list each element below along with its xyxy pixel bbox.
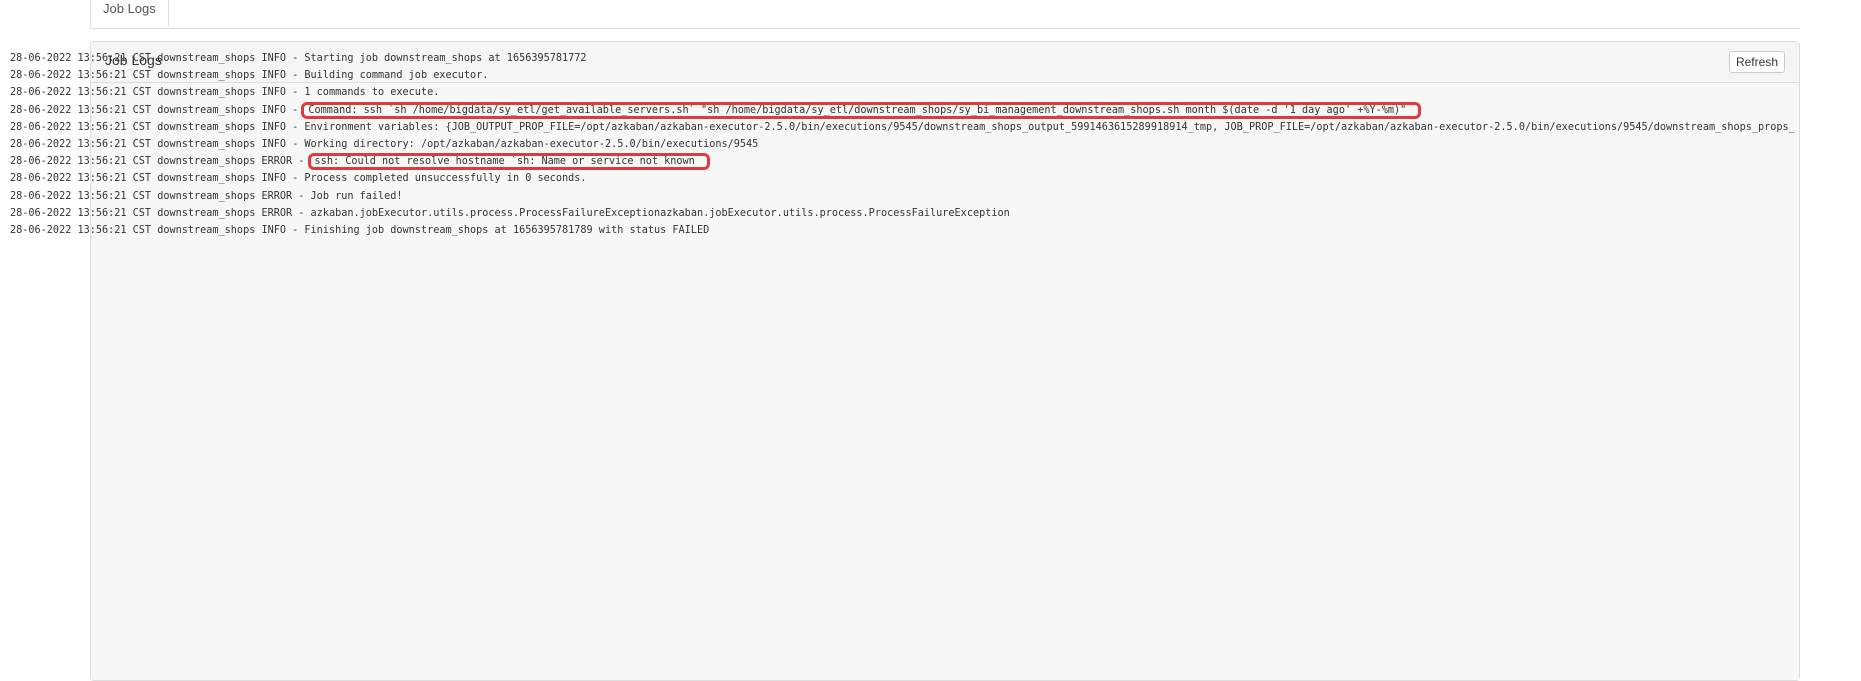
log-line-prefix: 28-06-2022 13:56:21 CST downstream_shops… <box>10 173 305 185</box>
log-line-prefix: 28-06-2022 13:56:21 CST downstream_shops… <box>10 138 305 150</box>
log-line-prefix: 28-06-2022 13:56:21 CST downstream_shops… <box>10 70 305 82</box>
log-line: 28-06-2022 13:56:21 CST downstream_shops… <box>10 119 1795 136</box>
tab-job-logs[interactable]: Job Logs <box>90 0 169 27</box>
log-line-message: 1 commands to execute. <box>304 87 440 99</box>
log-line-prefix: 28-06-2022 13:56:21 CST downstream_shops… <box>10 224 305 236</box>
log-line: 28-06-2022 13:56:21 CST downstream_shops… <box>10 170 1795 187</box>
log-line-message: Environment variables: {JOB_OUTPUT_PROP_… <box>304 121 1795 133</box>
log-line: 28-06-2022 13:56:21 CST downstream_shops… <box>10 67 1795 84</box>
log-line: 28-06-2022 13:56:21 CST downstream_shops… <box>10 136 1795 153</box>
log-line-prefix: 28-06-2022 13:56:21 CST downstream_shops… <box>10 156 311 168</box>
log-line: 28-06-2022 13:56:21 CST downstream_shops… <box>10 222 1795 239</box>
log-line-prefix: 28-06-2022 13:56:21 CST downstream_shops… <box>10 121 305 133</box>
log-line-message-highlighted: Command: ssh `sh /home/bigdata/sy_etl/ge… <box>301 101 1422 119</box>
log-lines: 28-06-2022 13:56:21 CST downstream_shops… <box>10 50 1795 239</box>
log-line-prefix: 28-06-2022 13:56:21 CST downstream_shops… <box>10 190 311 202</box>
log-line-message: Process completed unsuccessfully in 0 se… <box>304 173 587 185</box>
log-line-message-highlighted: ssh: Could not resolve hostname `sh: Nam… <box>307 153 710 171</box>
log-line: 28-06-2022 13:56:21 CST downstream_shops… <box>10 84 1795 101</box>
log-line: 28-06-2022 13:56:21 CST downstream_shops… <box>10 205 1795 222</box>
log-line-message: Finishing job downstream_shops at 165639… <box>304 224 710 236</box>
tab-bar: Job Logs <box>90 0 1800 29</box>
log-line: 28-06-2022 13:56:21 CST downstream_shops… <box>10 50 1795 67</box>
log-line-message: Starting job downstream_shops at 1656395… <box>304 53 587 64</box>
log-line-prefix: 28-06-2022 13:56:21 CST downstream_shops… <box>10 207 311 219</box>
log-line-message: azkaban.jobExecutor.utils.process.Proces… <box>310 207 1010 219</box>
log-line-prefix: 28-06-2022 13:56:21 CST downstream_shops… <box>10 104 305 116</box>
log-line-message: Working directory: /opt/azkaban/azkaban-… <box>304 138 759 150</box>
log-line: 28-06-2022 13:56:21 CST downstream_shops… <box>10 101 1795 119</box>
log-line-prefix: 28-06-2022 13:56:21 CST downstream_shops… <box>10 53 305 64</box>
log-line-prefix: 28-06-2022 13:56:21 CST downstream_shops… <box>10 87 305 99</box>
log-line: 28-06-2022 13:56:21 CST downstream_shops… <box>10 153 1795 171</box>
log-line-message: Building command job executor. <box>304 70 489 82</box>
log-line-message: Job run failed! <box>310 190 403 202</box>
log-line: 28-06-2022 13:56:21 CST downstream_shops… <box>10 188 1795 205</box>
